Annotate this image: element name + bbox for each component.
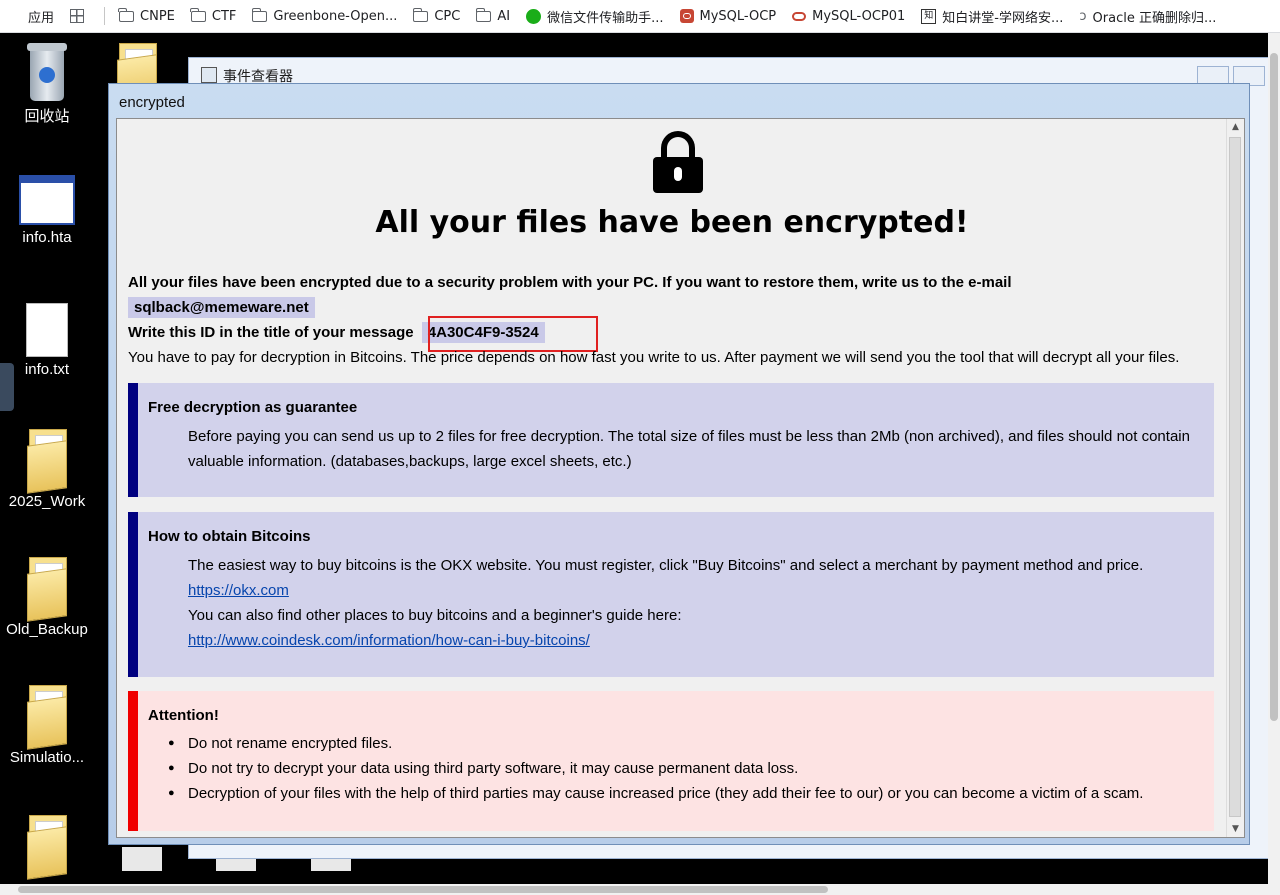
work-folder-desktop-icon[interactable]: 2025_Work — [1, 429, 93, 510]
folder-desktop-icon[interactable] — [1, 815, 93, 880]
apps-label: 应用 — [28, 10, 55, 26]
text-file-icon — [26, 303, 68, 357]
horizontal-scroll-thumb[interactable] — [18, 886, 828, 893]
folder-icon — [25, 815, 69, 880]
coindesk-link[interactable]: http://www.coindesk.com/information/how-… — [188, 628, 590, 653]
bitcoin-text-1: The easiest way to buy bitcoins is the O… — [188, 557, 1144, 574]
recycle-bin-desktop-icon[interactable]: 回收站 — [1, 43, 93, 126]
bookmark-greenbone[interactable]: Greenbone-Open... — [244, 0, 405, 32]
folder-icon — [475, 7, 492, 22]
email-address[interactable]: sqlback@memeware.net — [128, 297, 315, 318]
scrollbar-thumb[interactable] — [1229, 137, 1241, 817]
free-decryption-title: Free decryption as guarantee — [148, 399, 358, 416]
bookmark-oracle-archive[interactable]: ↄ Oracle 正确删除归... — [1071, 0, 1224, 32]
file-thumbnail[interactable] — [122, 847, 162, 871]
attention-item: Do not try to decrypt your data using th… — [168, 756, 1143, 781]
bookmark-zhibai[interactable]: 知知白讲堂-学网络安... — [913, 0, 1071, 32]
page-vertical-scrollbar[interactable] — [1268, 33, 1280, 895]
attention-title: Attention! — [148, 707, 219, 724]
attention-box: Attention! Do not rename encrypted files… — [128, 691, 1214, 831]
bookmark-mysql-ocp01[interactable]: MySQL-OCP01 — [784, 0, 913, 32]
encrypted-window[interactable]: encrypted All your files have been encry… — [108, 83, 1250, 845]
intro-text: All your files have been encrypted due t… — [128, 274, 1012, 291]
backup-folder-desktop-icon[interactable]: Old_Backup — [1, 557, 93, 638]
oracle-icon — [792, 11, 807, 21]
tab-groups-icon — [70, 9, 85, 23]
folder-icon — [190, 7, 206, 22]
oracle-icon — [679, 9, 694, 23]
bookmark-ai[interactable]: AI — [468, 0, 518, 32]
vertical-scroll-thumb[interactable] — [1270, 53, 1278, 721]
bookmark-wechat[interactable]: 微信文件传输助手... — [518, 0, 671, 32]
page-horizontal-scrollbar[interactable] — [0, 884, 1268, 895]
apps-grid-icon — [8, 9, 22, 23]
free-decryption-text: Before paying you can send us up to 2 fi… — [188, 428, 1190, 470]
bookmark-ctf[interactable]: CTF — [183, 0, 245, 32]
recycle-bin-icon — [25, 43, 69, 101]
simulation-folder-desktop-icon[interactable]: Simulatio... — [1, 685, 93, 766]
bookmarks-bar: 应用 CNPE CTF Greenbone-Open... CPC AI 微信文… — [0, 0, 1280, 33]
folder-icon — [412, 7, 429, 22]
side-handle[interactable] — [0, 363, 14, 411]
attention-item: Decryption of your files with the help o… — [168, 781, 1143, 806]
attention-list: Do not rename encrypted files. Do not tr… — [168, 731, 1143, 806]
id-prompt: Write this ID in the title of your messa… — [128, 324, 414, 341]
hta-window-icon — [19, 175, 75, 225]
event-viewer-icon — [201, 67, 217, 83]
payment-text: You have to pay for decryption in Bitcoi… — [128, 349, 1180, 366]
padlock-icon — [653, 131, 703, 193]
wechat-icon — [526, 8, 542, 24]
attention-item: Do not rename encrypted files. — [168, 731, 1143, 756]
folder-icon — [25, 557, 69, 622]
folder-icon — [118, 7, 135, 22]
bitcoin-text-2: You can also find other places to buy bi… — [188, 607, 682, 624]
content-scrollbar[interactable]: ▲ ▼ — [1226, 119, 1244, 837]
bookmark-cpc[interactable]: CPC — [405, 0, 468, 32]
bitcoin-title: How to obtain Bitcoins — [148, 528, 311, 545]
info-hta-desktop-icon[interactable]: info.hta — [1, 175, 93, 246]
tab-grid-bookmark[interactable] — [62, 0, 98, 32]
bookmark-mysql-ocp[interactable]: MySQL-OCP — [672, 0, 785, 32]
email-line: sqlback@memeware.net — [128, 297, 315, 318]
info-txt-desktop-icon[interactable]: info.txt — [1, 303, 93, 378]
bookmarks-separator — [104, 7, 106, 25]
link-icon: ↄ — [1079, 8, 1087, 24]
folder-icon — [25, 685, 69, 750]
ransom-note-content: All your files have been encrypted! All … — [116, 118, 1245, 838]
main-heading: All your files have been encrypted! — [375, 205, 969, 240]
folder-icon — [251, 7, 268, 22]
free-decryption-box: Free decryption as guarantee Before payi… — [128, 383, 1214, 497]
folder-icon — [25, 429, 69, 494]
okx-link[interactable]: https://okx.com — [188, 578, 289, 603]
scroll-up-icon[interactable]: ▲ — [1227, 119, 1244, 135]
zhibai-icon: 知 — [921, 8, 937, 24]
window-title: encrypted — [119, 94, 185, 111]
bookmark-cnpe[interactable]: CNPE — [111, 0, 183, 32]
apps-bookmark[interactable]: 应用 — [0, 0, 62, 32]
bitcoin-box: How to obtain Bitcoins The easiest way t… — [128, 512, 1214, 677]
scroll-down-icon[interactable]: ▼ — [1227, 821, 1244, 837]
id-highlight-box — [428, 316, 598, 352]
